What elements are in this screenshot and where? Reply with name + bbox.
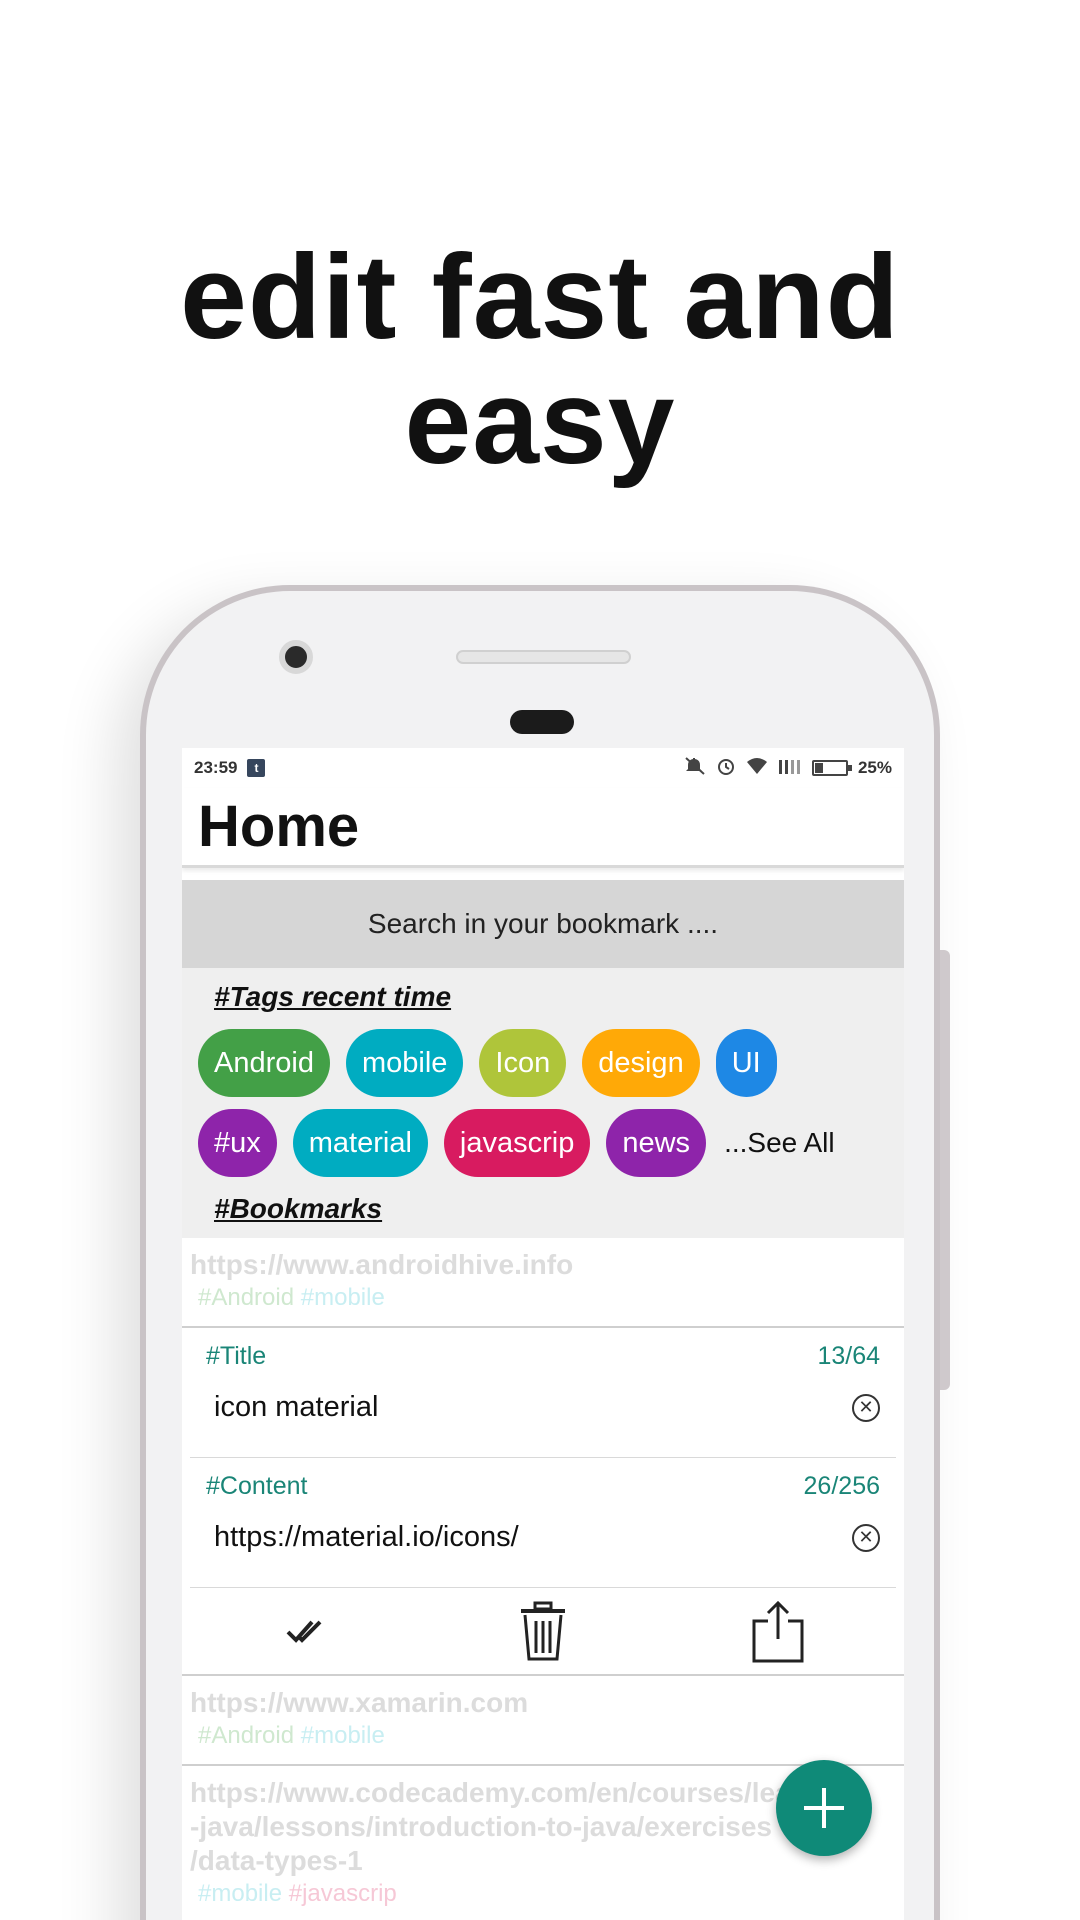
signal-icon <box>778 757 802 780</box>
title-field-header: #Title 13/64 <box>206 1342 880 1371</box>
tag-chip[interactable]: news <box>606 1109 707 1177</box>
content-field-header: #Content 26/256 <box>206 1472 880 1501</box>
earpiece-speaker <box>456 650 631 664</box>
headline-line-1: edit fast and <box>180 230 900 364</box>
bookmark-url: https://www.xamarin.com <box>190 1687 529 1718</box>
headline-line-2: easy <box>404 355 676 489</box>
content-char-counter: 26/256 <box>803 1472 880 1500</box>
bookmark-tag: #mobile <box>300 1284 385 1311</box>
status-bar: 23:59 t 25% <box>182 748 904 788</box>
phone-screen: 23:59 t 25% Home Search in your bookmark… <box>182 748 904 1920</box>
tumblr-icon: t <box>247 759 266 777</box>
bookmark-tags: #mobile #javascrip <box>190 1878 896 1910</box>
mute-icon <box>684 756 706 780</box>
bookmark-tag: #Android <box>198 1722 295 1749</box>
tags-section-title: #Tags recent time <box>214 981 452 1012</box>
wifi-icon <box>746 757 768 780</box>
battery-percent: 25% <box>857 758 892 777</box>
app-bar: Home <box>182 788 904 868</box>
battery-icon <box>811 760 852 776</box>
tag-chip[interactable]: Icon <box>479 1029 567 1097</box>
alarm-icon <box>716 756 736 781</box>
done-all-icon[interactable] <box>278 1601 338 1661</box>
headline: edit fast and easy <box>0 235 1080 485</box>
title-char-counter: 13/64 <box>817 1342 880 1370</box>
content-field-value-row: https://material.io/icons/ ✕ <box>206 1521 880 1554</box>
tag-chip[interactable]: #ux <box>198 1109 277 1177</box>
bookmark-item[interactable]: https://www.xamarin.com #Android #mobile <box>182 1676 904 1766</box>
bookmark-tags: #Android #mobile <box>190 1720 896 1752</box>
bookmark-tag: #Android <box>198 1284 295 1311</box>
clear-content-icon[interactable]: ✕ <box>852 1523 880 1552</box>
delete-icon[interactable] <box>513 1601 573 1661</box>
share-icon[interactable] <box>748 1600 808 1663</box>
content-input[interactable]: https://material.io/icons/ <box>214 1521 519 1554</box>
bookmark-tag: #javascrip <box>288 1880 397 1907</box>
battery-level <box>814 763 823 773</box>
bookmarks-section-title: #Bookmarks <box>214 1193 383 1224</box>
tags-panel: #Tags recent time Android mobile Icon desig… <box>182 968 904 1238</box>
content-field[interactable]: #Content 26/256 https://material.io/icon… <box>190 1458 896 1588</box>
page-title: Home <box>198 794 360 859</box>
front-camera <box>279 640 313 674</box>
tag-chip-row-2: #ux material javascrip news ...See All <box>198 1108 888 1178</box>
content-field-label: #Content <box>206 1472 308 1500</box>
search-placeholder: Search in your bookmark .... <box>367 908 719 939</box>
bookmark-tags: #Android #mobile <box>190 1282 896 1314</box>
tag-chip[interactable]: Android <box>198 1029 330 1097</box>
tag-chip[interactable]: UI <box>715 1029 777 1097</box>
add-bookmark-button[interactable] <box>776 1760 872 1856</box>
tag-chip-row-1: Android mobile Icon design UI <box>198 1028 888 1098</box>
title-field-label: #Title <box>206 1342 267 1370</box>
tag-chip[interactable]: mobile <box>345 1029 464 1097</box>
see-all-tags-link[interactable]: ...See All <box>724 1127 835 1159</box>
bookmark-tag: #mobile <box>198 1880 283 1907</box>
search-bar[interactable]: Search in your bookmark .... <box>182 880 904 968</box>
status-time: 23:59 <box>194 758 238 777</box>
title-field[interactable]: #Title 13/64 icon material ✕ <box>190 1328 896 1458</box>
status-bar-right: 25% <box>684 756 892 781</box>
status-bar-left: 23:59 t <box>194 758 266 778</box>
plus-icon <box>804 1788 844 1828</box>
title-input[interactable]: icon material <box>214 1391 378 1424</box>
tag-chip[interactable]: material <box>292 1109 428 1177</box>
edit-actions <box>190 1588 896 1674</box>
tag-chip[interactable]: design <box>582 1029 700 1097</box>
bookmark-edit-card: #Title 13/64 icon material ✕ #Content 26… <box>182 1328 904 1676</box>
title-field-value-row: icon material ✕ <box>206 1391 880 1424</box>
bookmark-url-line: /data-types-1 <box>190 1845 363 1876</box>
phone-side-button <box>940 950 950 1390</box>
clear-title-icon[interactable]: ✕ <box>852 1393 880 1422</box>
tag-chip[interactable]: javascrip <box>443 1109 591 1177</box>
bookmark-item[interactable]: https://www.androidhive.info #Android #m… <box>182 1238 904 1328</box>
proximity-sensor <box>510 710 574 734</box>
bookmark-tag: #mobile <box>300 1722 385 1749</box>
bookmark-url: https://www.androidhive.info <box>190 1249 574 1280</box>
